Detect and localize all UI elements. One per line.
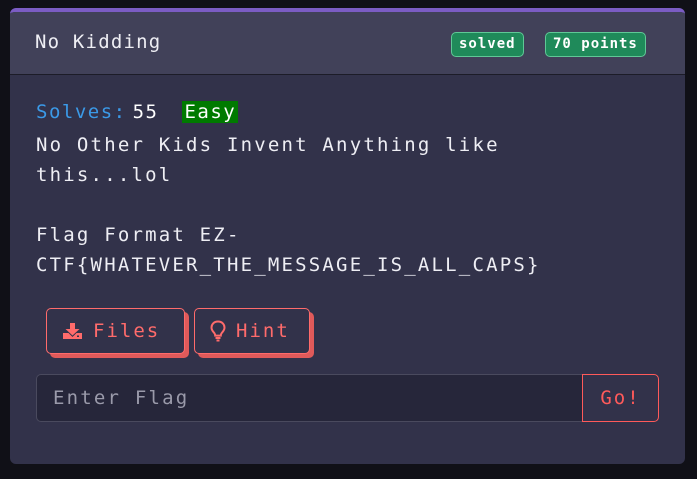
points-badge: 70 points (545, 32, 646, 57)
solved-badge: solved (451, 32, 524, 57)
solves-label: Solves: (36, 101, 127, 123)
challenge-description: No Other Kids Invent Anything like this.… (36, 134, 541, 276)
card-header: No Kidding solved 70 points (10, 12, 685, 75)
challenge-card: No Kidding solved 70 points Solves: 55 Eas… (10, 8, 685, 464)
lightbulb-icon (210, 320, 226, 342)
solves-count: 55 (132, 101, 159, 123)
hint-button-label: Hint (236, 320, 290, 342)
files-button-label: Files (93, 320, 161, 342)
flag-input[interactable] (36, 374, 584, 422)
download-icon (62, 322, 83, 341)
solves-line: Solves: 55 Easy (36, 98, 596, 126)
hint-button[interactable]: Hint (194, 308, 310, 354)
submit-flag-button[interactable]: Go! (582, 374, 659, 422)
difficulty-badge: Easy (182, 101, 239, 123)
challenge-title: No Kidding (35, 31, 162, 53)
card-body: Solves: 55 Easy No Other Kids Invent Anyth… (36, 98, 596, 280)
files-button[interactable]: Files (46, 308, 185, 354)
